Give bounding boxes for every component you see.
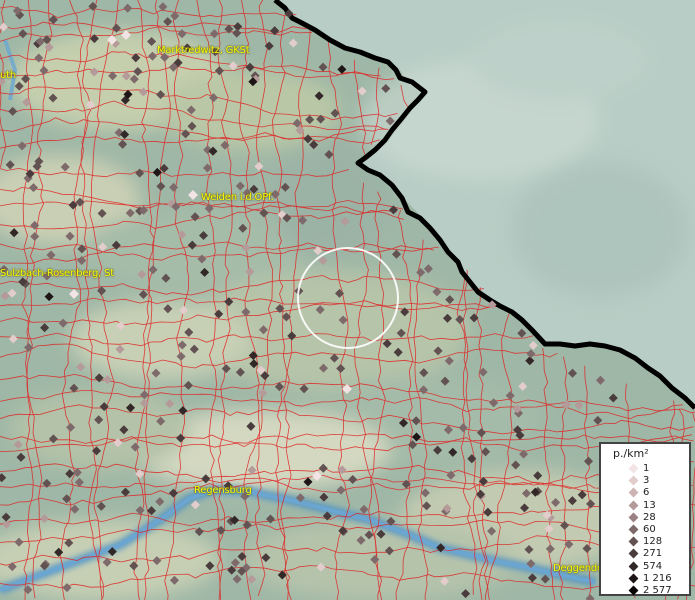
legend-entry-label: 271 (643, 548, 663, 560)
city-label-regensburg: Regensburg (194, 485, 252, 496)
legend-swatch (628, 536, 639, 547)
legend-entry-label: 28 (643, 511, 656, 523)
legend-swatch (628, 524, 639, 535)
legend-entry-label: 13 (643, 499, 656, 511)
legend-swatch (628, 573, 639, 584)
density-legend: p./km² 1 3 6 13 28 60 128 271 574 1 216 2 577 (599, 442, 691, 596)
legend-swatch (628, 500, 639, 511)
legend-swatch (628, 487, 639, 498)
population-density-map[interactable]: Marktredwitz, GKSt Weiden i.d.OPf. Sulzb… (0, 0, 695, 600)
legend-entry-label: 3 (643, 475, 650, 487)
legend-swatch (628, 463, 639, 474)
city-label-weiden: Weiden i.d.OPf. (201, 192, 274, 203)
legend-swatch (628, 585, 639, 596)
legend-swatch (628, 548, 639, 559)
legend-title: p./km² (613, 447, 649, 460)
legend-entry-label: 1 (643, 463, 650, 474)
legend-entry-label: 6 (643, 487, 650, 499)
legend-swatch (628, 561, 639, 572)
map-canvas (0, 0, 695, 600)
legend-entry-label: 128 (643, 536, 663, 548)
city-label-sulzbach: Sulzbach-Rosenberg, St (0, 268, 114, 279)
city-label-bayreuth-partial: uth (0, 70, 16, 81)
legend-entry-label: 574 (643, 560, 663, 572)
legend-entry-label: 2 577 (643, 585, 672, 596)
legend-swatch (628, 512, 639, 523)
legend-swatch (628, 475, 639, 486)
legend-entry-label: 60 (643, 524, 656, 535)
city-label-marktredwitz: Marktredwitz, GKSt (157, 45, 250, 56)
legend-entry-label: 1 216 (643, 572, 672, 584)
